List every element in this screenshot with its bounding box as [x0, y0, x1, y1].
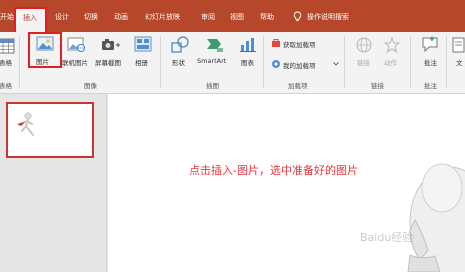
online-picture-label[interactable]: 联机图片 [62, 57, 88, 67]
ribbon-insert: 表格 表格 图片 联机图片 屏幕截图 相册 图像 形状 SmartArt 图表 … [0, 32, 465, 94]
shapes-label[interactable]: 形状 [172, 57, 185, 67]
watermark: Baidu经验 [360, 231, 414, 244]
addins-group-label: 加载项 [288, 82, 308, 90]
instruction-annotation: 点击插入-图片，选中准备好的图片 [189, 164, 358, 177]
comment-icon[interactable] [421, 36, 439, 53]
table-button-label[interactable]: 表格 [0, 57, 12, 67]
text-box-icon[interactable] [452, 37, 465, 53]
slide-thumbnail-pane [0, 94, 107, 272]
chart-icon[interactable] [239, 36, 257, 53]
comment-label[interactable]: 批注 [424, 57, 437, 67]
group-divider [19, 36, 20, 88]
comments-group-label: 批注 [424, 82, 437, 90]
lightbulb-icon [293, 11, 302, 21]
group-divider [263, 36, 264, 88]
tab-slideshow[interactable]: 幻灯片放映 [145, 12, 180, 22]
screenshot-icon[interactable] [101, 38, 121, 52]
illustrations-group-label: 插图 [206, 82, 219, 90]
ribbon-tab-bar: 开始 插入 设计 切换 动画 幻灯片放映 审阅 视图 帮助 操作说明搜索 [0, 0, 465, 32]
action-star-icon [383, 36, 401, 54]
picture-icon [36, 36, 54, 51]
tab-transitions[interactable]: 切换 [84, 12, 98, 22]
screenshot-label[interactable]: 屏幕截图 [95, 57, 121, 67]
group-divider [410, 36, 411, 88]
group-divider [446, 36, 447, 88]
group-divider [160, 36, 161, 88]
tab-insert-label: 插入 [23, 14, 37, 22]
text-label[interactable]: 文 [456, 57, 463, 67]
chevron-down-icon[interactable] [333, 62, 339, 66]
tab-review[interactable]: 审阅 [201, 12, 215, 22]
my-addins-button[interactable]: 我的加载项 [283, 60, 316, 70]
tab-help[interactable]: 帮助 [260, 12, 274, 22]
figure-holding-picture-image [407, 163, 465, 272]
tables-group-label: 表格 [0, 82, 12, 90]
table-icon[interactable] [0, 37, 15, 55]
images-group-label: 图像 [84, 82, 97, 90]
link-globe-icon [356, 37, 372, 53]
action-label: 动作 [384, 59, 397, 67]
tab-view[interactable]: 视图 [230, 12, 244, 22]
get-addins-button[interactable]: 获取加载项 [283, 39, 316, 49]
group-divider [344, 36, 345, 88]
smartart-icon[interactable] [205, 36, 225, 53]
tab-home[interactable]: 开始 [0, 12, 14, 22]
online-picture-icon[interactable] [67, 36, 85, 53]
smartart-label[interactable]: SmartArt [197, 57, 226, 65]
chart-label[interactable]: 图表 [241, 57, 254, 67]
runner-figure-thumbnail [17, 112, 34, 136]
shapes-icon[interactable] [170, 36, 190, 54]
tab-design[interactable]: 设计 [55, 12, 69, 22]
picture-button[interactable]: 图片 [28, 32, 62, 68]
picture-button-label: 图片 [36, 58, 49, 66]
link-label: 链接 [357, 59, 370, 67]
photo-album-icon[interactable] [134, 36, 152, 53]
tab-insert[interactable]: 插入 [14, 7, 47, 32]
tab-animations[interactable]: 动画 [114, 12, 128, 22]
store-icon [272, 39, 280, 47]
links-group-label: 链接 [371, 82, 384, 90]
album-label[interactable]: 相册 [135, 57, 148, 67]
my-addins-icon [272, 60, 280, 68]
slide-thumbnail[interactable] [6, 102, 94, 158]
tell-me-search[interactable]: 操作说明搜索 [307, 12, 349, 22]
